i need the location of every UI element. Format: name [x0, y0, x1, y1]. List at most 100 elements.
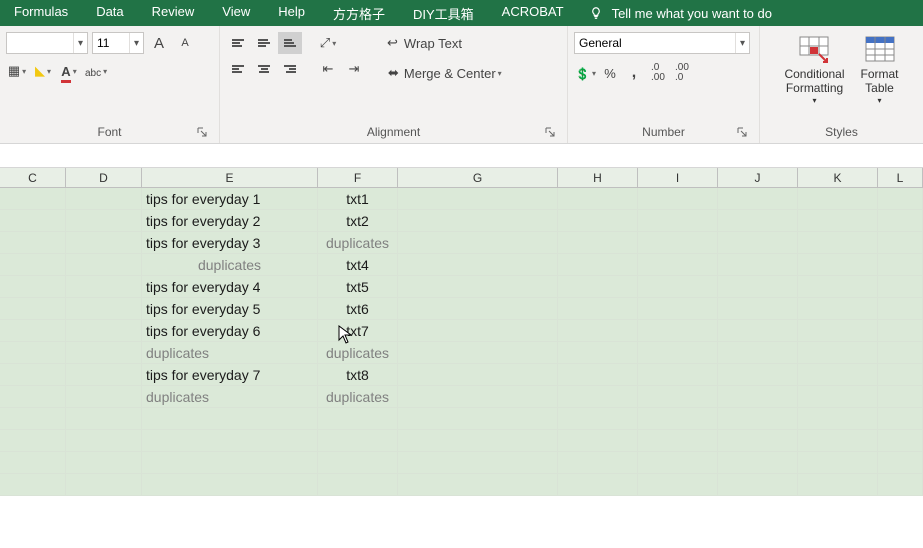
cell[interactable]	[798, 408, 878, 430]
cell[interactable]	[398, 474, 558, 496]
menu-tab[interactable]: Help	[264, 4, 319, 19]
cell[interactable]	[638, 298, 718, 320]
cell[interactable]	[0, 276, 66, 298]
cell[interactable]	[0, 320, 66, 342]
cell[interactable]	[66, 430, 142, 452]
cell[interactable]: tips for everyday 3	[142, 232, 318, 254]
cell[interactable]	[318, 430, 398, 452]
cell[interactable]	[878, 210, 923, 232]
align-right-button[interactable]	[278, 58, 302, 80]
cell[interactable]	[66, 474, 142, 496]
cell[interactable]: duplicates	[142, 386, 318, 408]
cell[interactable]	[638, 276, 718, 298]
cell[interactable]	[142, 408, 318, 430]
dialog-launcher-icon[interactable]	[737, 127, 749, 139]
cell[interactable]	[798, 430, 878, 452]
cell[interactable]	[558, 188, 638, 210]
cell[interactable]	[878, 342, 923, 364]
cell[interactable]	[878, 188, 923, 210]
increase-indent-button[interactable]: ⇥	[342, 58, 366, 80]
decrease-decimal-button[interactable]: .00.0	[671, 62, 693, 84]
align-left-button[interactable]	[226, 58, 250, 80]
cell[interactable]	[398, 452, 558, 474]
cell[interactable]	[798, 298, 878, 320]
cell[interactable]	[398, 408, 558, 430]
cell[interactable]	[398, 342, 558, 364]
align-top-button[interactable]	[226, 32, 250, 54]
menu-tab[interactable]: Data	[82, 4, 137, 19]
cell[interactable]	[66, 188, 142, 210]
menu-tab[interactable]: 方方格子	[319, 4, 399, 23]
cell[interactable]	[66, 386, 142, 408]
decrease-indent-button[interactable]: ⇤	[316, 58, 340, 80]
cell[interactable]	[878, 430, 923, 452]
cell[interactable]	[878, 452, 923, 474]
menu-tab[interactable]: Formulas	[0, 4, 82, 19]
cell[interactable]	[66, 276, 142, 298]
cell[interactable]	[718, 276, 798, 298]
cell[interactable]	[718, 320, 798, 342]
borders-button[interactable]	[6, 60, 28, 82]
cell[interactable]	[398, 254, 558, 276]
cell[interactable]	[142, 474, 318, 496]
cell[interactable]	[718, 342, 798, 364]
cell[interactable]	[638, 210, 718, 232]
cell[interactable]	[0, 474, 66, 496]
cell[interactable]: txt8	[318, 364, 398, 386]
cell[interactable]	[0, 188, 66, 210]
cell[interactable]	[558, 320, 638, 342]
cell[interactable]: txt1	[318, 188, 398, 210]
cell[interactable]	[718, 430, 798, 452]
column-header[interactable]: D	[66, 168, 142, 187]
cell[interactable]	[142, 430, 318, 452]
cell[interactable]	[638, 474, 718, 496]
cell[interactable]	[638, 386, 718, 408]
cell[interactable]	[638, 364, 718, 386]
column-header[interactable]: I	[638, 168, 718, 187]
menu-tab[interactable]: DIY工具箱	[399, 4, 488, 23]
cell[interactable]	[638, 342, 718, 364]
cell[interactable]	[0, 430, 66, 452]
cell[interactable]	[66, 254, 142, 276]
cell[interactable]	[558, 232, 638, 254]
cell[interactable]	[878, 232, 923, 254]
cell[interactable]: duplicates	[142, 254, 318, 276]
wrap-text-button[interactable]: Wrap Text	[380, 32, 530, 54]
menu-tab[interactable]: ACROBAT	[488, 4, 578, 19]
cell[interactable]	[798, 210, 878, 232]
formula-bar[interactable]	[0, 144, 923, 168]
cell[interactable]	[718, 298, 798, 320]
cell[interactable]	[718, 254, 798, 276]
align-center-button[interactable]	[252, 58, 276, 80]
conditional-formatting-button[interactable]: Conditional Formatting▾	[778, 32, 850, 107]
cell[interactable]	[718, 474, 798, 496]
cell[interactable]	[718, 408, 798, 430]
cell[interactable]	[878, 276, 923, 298]
comma-format-button[interactable]	[623, 62, 645, 84]
align-middle-button[interactable]	[252, 32, 276, 54]
cell[interactable]: duplicates	[142, 342, 318, 364]
cell[interactable]	[878, 298, 923, 320]
cell[interactable]	[718, 386, 798, 408]
cell[interactable]	[718, 232, 798, 254]
number-format-combo[interactable]: General▾	[574, 32, 750, 54]
cell[interactable]	[798, 232, 878, 254]
cell[interactable]	[0, 232, 66, 254]
cell[interactable]: tips for everyday 5	[142, 298, 318, 320]
cell[interactable]	[558, 298, 638, 320]
cell[interactable]	[878, 320, 923, 342]
cell[interactable]: tips for everyday 7	[142, 364, 318, 386]
cell[interactable]	[398, 188, 558, 210]
column-header[interactable]: F	[318, 168, 398, 187]
cell[interactable]	[718, 452, 798, 474]
cell[interactable]	[0, 342, 66, 364]
cell[interactable]	[798, 342, 878, 364]
font-color-button[interactable]	[58, 60, 80, 82]
cell[interactable]	[638, 408, 718, 430]
cell[interactable]	[878, 364, 923, 386]
menu-tab[interactable]: Review	[138, 4, 209, 19]
shrink-font-button[interactable]: A	[174, 32, 196, 54]
menu-tab[interactable]: View	[208, 4, 264, 19]
cell[interactable]	[0, 364, 66, 386]
cell[interactable]	[0, 386, 66, 408]
